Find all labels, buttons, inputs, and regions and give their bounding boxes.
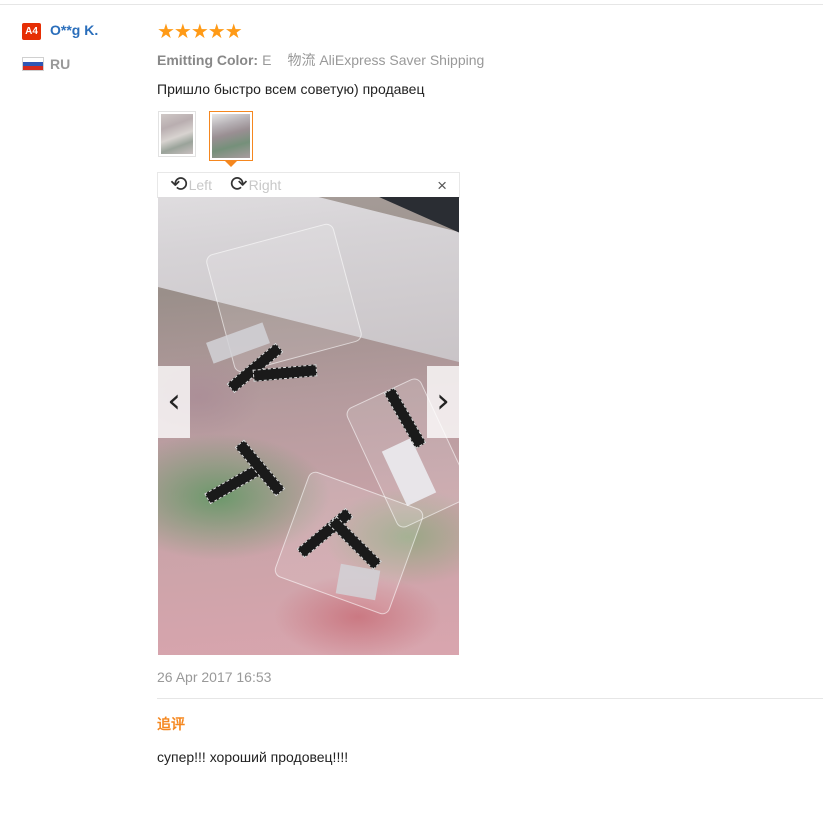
buyer-level-badge: A4 — [22, 23, 41, 40]
image-viewer-toolbar: ⟲ Left ⟳ Right × — [157, 172, 460, 198]
review-thumbnail-1[interactable] — [158, 111, 196, 157]
rotate-right-button[interactable]: ⟳ Right — [230, 173, 282, 196]
next-image-button[interactable]: › — [427, 366, 459, 438]
country-flag-icon — [22, 57, 44, 71]
review-text: Пришло быстро всем советую) продавец — [157, 81, 425, 97]
logistics-label: 物流 — [287, 52, 316, 68]
sku-value: E — [262, 52, 272, 68]
rotate-left-button[interactable]: ⟲ Left — [170, 173, 212, 196]
followup-divider — [157, 698, 823, 699]
photo-led-strip — [234, 439, 286, 497]
review-date: 26 Apr 2017 16:53 — [157, 669, 272, 685]
buyer-country: RU — [50, 56, 71, 72]
sku-info: Emitting Color: E 物流 AliExpress Saver Ship… — [157, 50, 484, 70]
selected-thumbnail-pointer — [224, 160, 238, 167]
rotate-left-label: Left — [188, 177, 212, 193]
logistics-value: AliExpress Saver Shipping — [319, 52, 485, 68]
rotate-right-label: Right — [248, 177, 282, 193]
sku-label: Emitting Color: — [157, 52, 259, 68]
review-photo — [158, 197, 459, 655]
followup-label: 追评 — [157, 716, 185, 732]
previous-image-button[interactable]: ‹ — [158, 366, 190, 438]
rotate-left-icon: ⟲ — [170, 173, 188, 196]
rotate-right-icon: ⟳ — [230, 173, 248, 196]
top-divider — [0, 4, 823, 5]
review-thumbnail-2[interactable] — [209, 111, 253, 161]
followup-text: супер!!! хороший продовец!!!! — [157, 749, 349, 765]
buyer-name: O**g K. — [50, 22, 99, 38]
rating-stars: ★★★★★ — [157, 21, 243, 43]
close-viewer-button[interactable]: × — [437, 176, 447, 196]
